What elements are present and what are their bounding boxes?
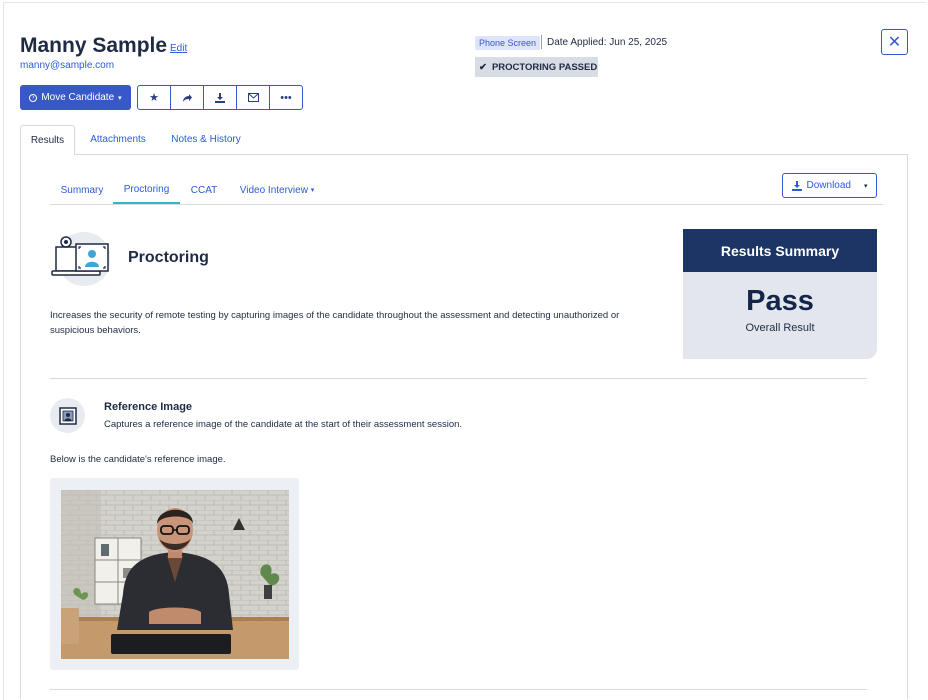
proctoring-status-label: PROCTORING PASSED bbox=[491, 61, 598, 73]
reference-image-icon bbox=[50, 398, 85, 433]
download-label: Download bbox=[806, 180, 851, 191]
results-summary-heading: Results Summary bbox=[683, 229, 877, 272]
proctoring-description: Increases the security of remote testing… bbox=[50, 310, 620, 336]
overall-result-value: Pass bbox=[746, 285, 814, 317]
chevron-down-icon: ▾ bbox=[863, 182, 868, 190]
move-candidate-label: Move Candidate bbox=[41, 92, 115, 103]
proctoring-icon bbox=[50, 231, 111, 287]
mail-icon[interactable] bbox=[237, 86, 270, 109]
chevron-down-icon: ▾ bbox=[310, 187, 315, 194]
video-interview-label: Video Interview bbox=[239, 184, 308, 196]
sub-tabs: Summary Proctoring CCAT Video Interview … bbox=[50, 176, 883, 205]
tab-attachments[interactable]: Attachments bbox=[80, 125, 156, 154]
download-icon bbox=[791, 180, 802, 191]
chevron-down-icon: ▾ bbox=[118, 94, 122, 102]
move-circle-icon: › bbox=[29, 93, 38, 102]
proctoring-status-badge: ✔ PROCTORING PASSED bbox=[475, 57, 598, 77]
reference-image-title: Reference Image bbox=[104, 401, 193, 413]
download-button[interactable]: Download ▾ bbox=[782, 173, 877, 198]
close-button[interactable]: ✕ bbox=[881, 29, 908, 55]
proctoring-title: Proctoring bbox=[128, 249, 209, 266]
stage-separator bbox=[541, 35, 542, 49]
main-tabs: Results Attachments Notes & History bbox=[20, 125, 908, 155]
candidate-reference-photo[interactable] bbox=[61, 490, 289, 659]
subtab-summary[interactable]: Summary bbox=[54, 176, 110, 204]
subtab-video-interview[interactable]: Video Interview ▾ bbox=[236, 176, 318, 204]
edit-link[interactable]: Edit bbox=[170, 43, 187, 54]
reference-image-intro: Below is the candidate's reference image… bbox=[50, 454, 226, 465]
more-icon[interactable]: ••• bbox=[270, 86, 302, 109]
action-icon-bar: ★ ••• bbox=[137, 85, 303, 110]
overall-result-label: Overall Result bbox=[745, 322, 815, 334]
subtab-proctoring[interactable]: Proctoring bbox=[113, 176, 180, 204]
reference-image-description: Captures a reference image of the candid… bbox=[104, 419, 463, 430]
tab-results[interactable]: Results bbox=[20, 125, 75, 155]
section-divider-bottom bbox=[50, 689, 867, 690]
date-applied: Date Applied: Jun 25, 2025 bbox=[547, 37, 668, 48]
share-icon[interactable] bbox=[171, 86, 204, 109]
results-summary-card: Results Summary Pass Overall Result bbox=[683, 229, 877, 359]
candidate-email[interactable]: manny@sample.com bbox=[20, 60, 114, 71]
section-divider bbox=[50, 378, 867, 379]
subtab-ccat[interactable]: CCAT bbox=[185, 176, 223, 204]
checkmark-icon: ✔ bbox=[479, 61, 487, 73]
close-icon: ✕ bbox=[887, 34, 902, 51]
tab-notes-history[interactable]: Notes & History bbox=[166, 125, 246, 154]
star-icon[interactable]: ★ bbox=[138, 86, 171, 109]
download-icon[interactable] bbox=[204, 86, 237, 109]
move-candidate-button[interactable]: › Move Candidate ▾ bbox=[20, 85, 131, 110]
candidate-name: Manny Sample bbox=[20, 34, 168, 57]
stage-badge: Phone Screen bbox=[475, 36, 541, 50]
